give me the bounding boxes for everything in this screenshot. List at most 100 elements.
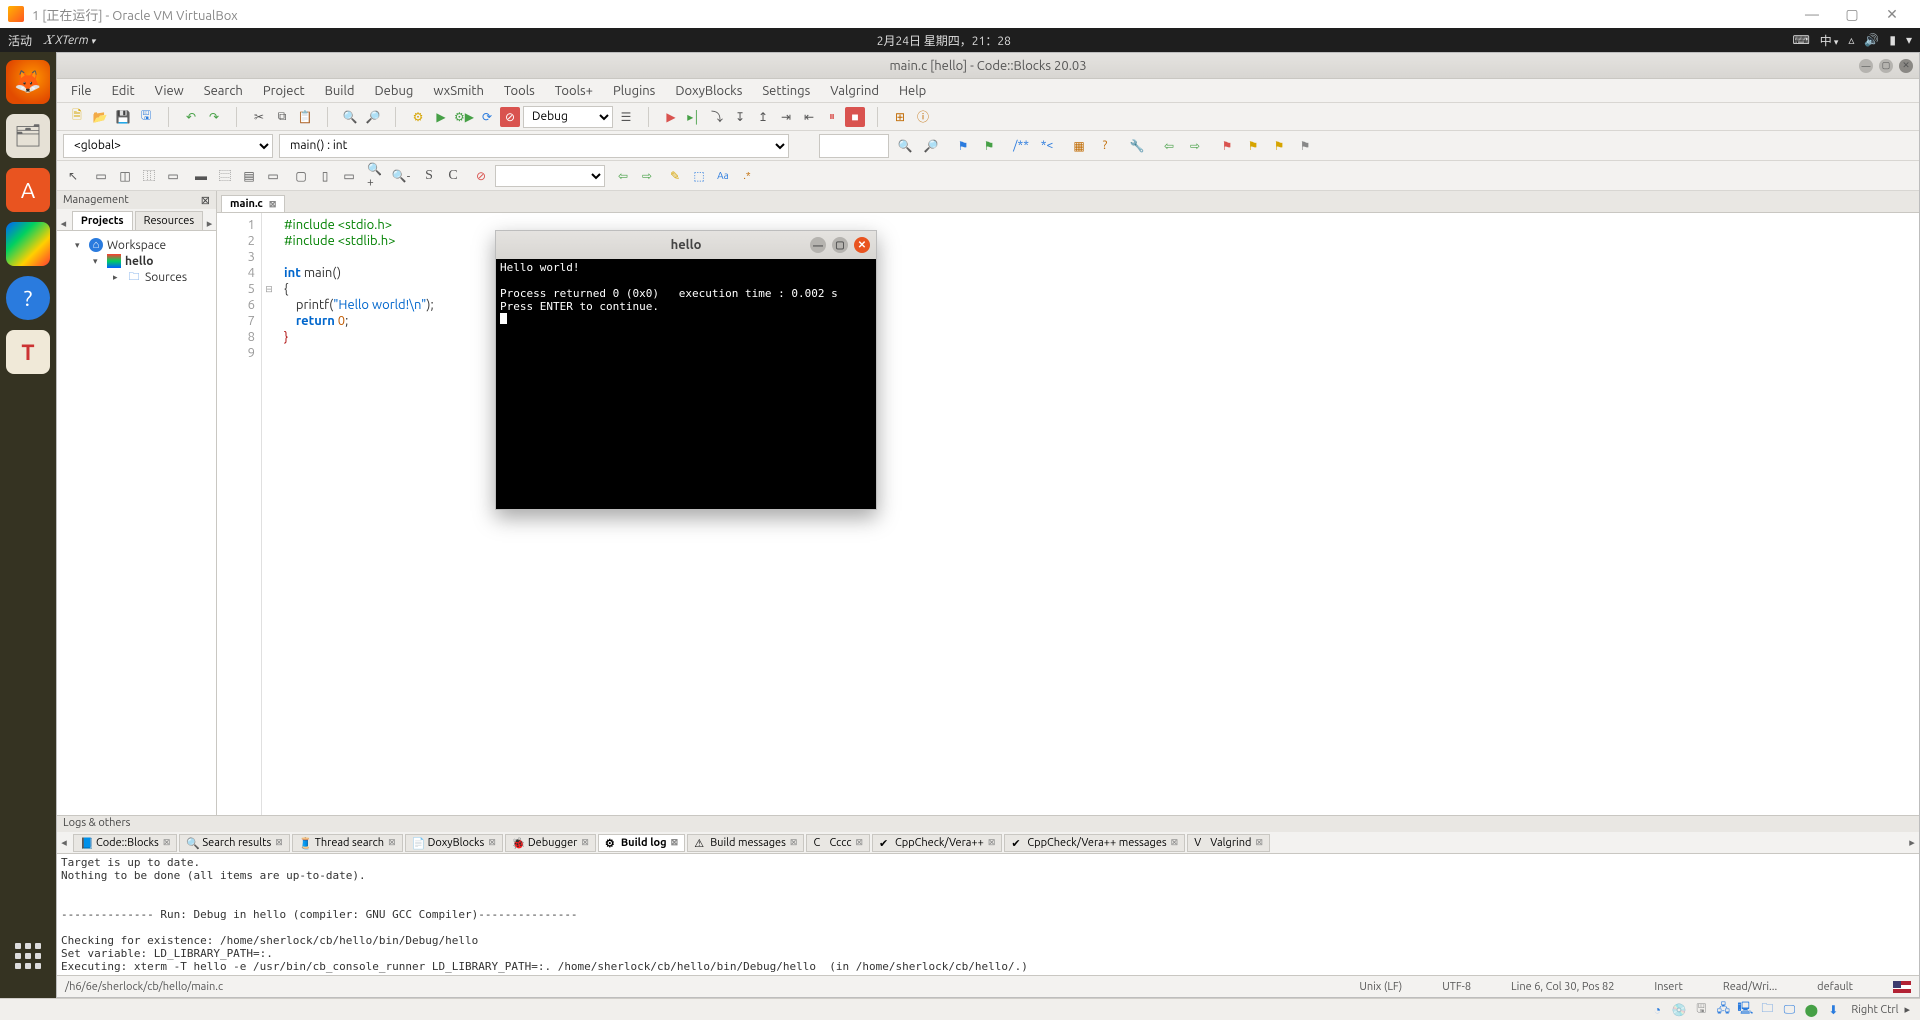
xterm-maximize-button[interactable]: ▢ xyxy=(832,237,848,253)
layout-8-icon[interactable]: ▭ xyxy=(263,166,283,186)
vbox-hdd-icon[interactable]: ◔ xyxy=(1649,1002,1665,1018)
zoom-out-icon[interactable]: 🔍- xyxy=(391,166,411,186)
menu-tools-[interactable]: Tools+ xyxy=(547,82,601,100)
panel-clock[interactable]: 2月24日 星期四，21：28 xyxy=(95,32,1792,49)
log-tab-doxyblocks[interactable]: 📄DoxyBlocks⊠ xyxy=(405,834,503,852)
activities-button[interactable]: 活动 xyxy=(8,32,32,49)
input-method-indicator[interactable]: 中 xyxy=(1820,32,1839,49)
select-icon[interactable]: ↖ xyxy=(63,166,83,186)
next-match-icon[interactable]: ⇨ xyxy=(637,166,657,186)
layout-3-icon[interactable]: ⿲ xyxy=(139,166,159,186)
menu-help[interactable]: Help xyxy=(891,82,934,100)
dock-text-app[interactable]: T xyxy=(6,330,50,374)
menu-doxyblocks[interactable]: DoxyBlocks xyxy=(667,82,750,100)
screen-keyboard-icon[interactable]: ⌨ xyxy=(1792,33,1809,47)
build-target-select[interactable]: Debug xyxy=(523,106,613,128)
step-out-icon[interactable]: ↥ xyxy=(753,107,773,127)
build-run-icon[interactable]: ⚙▶ xyxy=(454,107,474,127)
log-tab-close-icon[interactable]: ⊠ xyxy=(275,837,283,848)
log-tab-valgrind[interactable]: VValgrind⊠ xyxy=(1187,834,1270,852)
abort-icon[interactable]: ⊘ xyxy=(500,107,520,127)
log-tab-thread-search[interactable]: 🧵Thread search⊠ xyxy=(292,834,403,852)
rebuild-icon[interactable]: ⟳ xyxy=(477,107,497,127)
log-tab-build-log[interactable]: ⚙Build log⊠ xyxy=(598,834,685,852)
vbox-network-icon[interactable]: 🖧 xyxy=(1715,1002,1731,1018)
cb-maximize-button[interactable]: ▢ xyxy=(1879,59,1893,73)
break-icon[interactable]: ⏸ xyxy=(822,107,842,127)
layout-5-icon[interactable]: ▬ xyxy=(191,166,211,186)
cb-minimize-button[interactable]: — xyxy=(1859,59,1873,73)
scope-select[interactable]: <global> xyxy=(63,134,273,158)
paste-icon[interactable]: 📋 xyxy=(295,107,315,127)
log-tab-cppcheck-vera-messages[interactable]: ✔CppCheck/Vera++ messages⊠ xyxy=(1004,834,1185,852)
logs-tab-next[interactable]: ▸ xyxy=(1905,836,1919,849)
log-tab-cccc[interactable]: CCccc⊠ xyxy=(806,834,870,852)
s-icon[interactable]: S xyxy=(419,166,439,186)
vbox-usb-icon[interactable]: 🖳 xyxy=(1737,1002,1753,1018)
doxy-html-icon[interactable]: ▦ xyxy=(1069,136,1089,156)
tree-workspace[interactable]: Workspace xyxy=(107,239,166,252)
find-icon[interactable]: 🔍 xyxy=(340,107,360,127)
log-tab-build-messages[interactable]: ⚠Build messages⊠ xyxy=(687,834,804,852)
layout-6-icon[interactable]: ⿳ xyxy=(215,166,235,186)
menu-file[interactable]: File xyxy=(63,82,100,100)
xterm-output[interactable]: Hello world! Process returned 0 (0x0) ex… xyxy=(496,259,876,509)
next-instr-icon[interactable]: ⇥ xyxy=(776,107,796,127)
logs-tab-prev[interactable]: ◂ xyxy=(57,836,71,849)
highlight-icon[interactable]: ✎ xyxy=(665,166,685,186)
host-maximize-button[interactable]: ▢ xyxy=(1832,6,1872,23)
xterm-minimize-button[interactable]: — xyxy=(810,237,826,253)
log-tab-close-icon[interactable]: ⊠ xyxy=(1255,837,1263,848)
layout-1-icon[interactable]: ▭ xyxy=(91,166,111,186)
abort-search-icon[interactable]: ⊘ xyxy=(471,166,491,186)
layout-9-icon[interactable]: ▢ xyxy=(291,166,311,186)
debug-start-icon[interactable]: ▶ xyxy=(661,107,681,127)
build-log-content[interactable]: Target is up to date. Nothing to be done… xyxy=(57,854,1919,975)
file-tab-close-icon[interactable]: ⊠ xyxy=(269,199,277,210)
network-icon[interactable]: ▵ xyxy=(1848,33,1854,47)
project-tree[interactable]: ▾⌂Workspace ▾hello ▸🗀Sources xyxy=(57,231,216,815)
selected-text-icon[interactable]: ⬚ xyxy=(689,166,709,186)
new-file-icon[interactable]: 🗎 xyxy=(67,107,87,127)
log-tab-search-results[interactable]: 🔍Search results⊠ xyxy=(179,834,289,852)
build-icon[interactable]: ⚙ xyxy=(408,107,428,127)
cb-close-button[interactable]: ✕ xyxy=(1899,59,1913,73)
vbox-shared-icon[interactable]: 🗀 xyxy=(1759,1002,1775,1018)
vbox-display-icon[interactable]: 🖵 xyxy=(1781,1002,1797,1018)
c-icon[interactable]: C xyxy=(443,166,463,186)
info-icon[interactable]: ⓘ xyxy=(913,107,933,127)
stop-debug-icon[interactable]: ■ xyxy=(845,107,865,127)
zoom-in-icon[interactable]: 🔍+ xyxy=(367,166,387,186)
log-tab-close-icon[interactable]: ⊠ xyxy=(671,837,679,848)
regex-icon[interactable]: .* xyxy=(737,166,757,186)
save-icon[interactable]: 💾 xyxy=(113,107,133,127)
system-menu-caret-icon[interactable]: ▾ xyxy=(1906,33,1912,47)
menu-build[interactable]: Build xyxy=(317,82,363,100)
dock-show-apps[interactable] xyxy=(6,934,50,978)
menu-tools[interactable]: Tools xyxy=(496,82,543,100)
run-icon[interactable]: ▶ xyxy=(431,107,451,127)
dock-software[interactable]: A xyxy=(6,168,50,212)
vbox-recording-icon[interactable]: ⬤ xyxy=(1803,1002,1819,1018)
search-symbol-icon[interactable]: 🔍 xyxy=(895,136,915,156)
step-into-icon[interactable]: ↧ xyxy=(730,107,750,127)
vbox-hostkey-menu-icon[interactable]: ▸ xyxy=(1904,1003,1910,1016)
xterm-close-button[interactable]: ✕ xyxy=(854,237,870,253)
cut-icon[interactable]: ✂ xyxy=(249,107,269,127)
log-tab-close-icon[interactable]: ⊠ xyxy=(388,837,396,848)
log-tab-close-icon[interactable]: ⊠ xyxy=(855,837,863,848)
log-tab-close-icon[interactable]: ⊠ xyxy=(988,837,996,848)
log-tab-close-icon[interactable]: ⊠ xyxy=(1171,837,1179,848)
log-tab-close-icon[interactable]: ⊠ xyxy=(163,837,171,848)
tree-sources[interactable]: Sources xyxy=(145,271,187,284)
log-tab-code-blocks[interactable]: 📘Code::Blocks⊠ xyxy=(73,834,177,852)
prev-match-icon[interactable]: ⇦ xyxy=(613,166,633,186)
menu-search[interactable]: Search xyxy=(196,82,251,100)
block-comment-icon[interactable]: /** xyxy=(1011,136,1031,156)
mgmt-tab-next[interactable]: ▸ xyxy=(203,217,216,230)
management-close-icon[interactable]: ⊠ xyxy=(201,194,210,207)
open-file-icon[interactable]: 📂 xyxy=(90,107,110,127)
target-menu-icon[interactable]: ☰ xyxy=(616,107,636,127)
layout-7-icon[interactable]: ▤ xyxy=(239,166,259,186)
vbox-audio-icon[interactable]: 🖫 xyxy=(1693,1002,1709,1018)
